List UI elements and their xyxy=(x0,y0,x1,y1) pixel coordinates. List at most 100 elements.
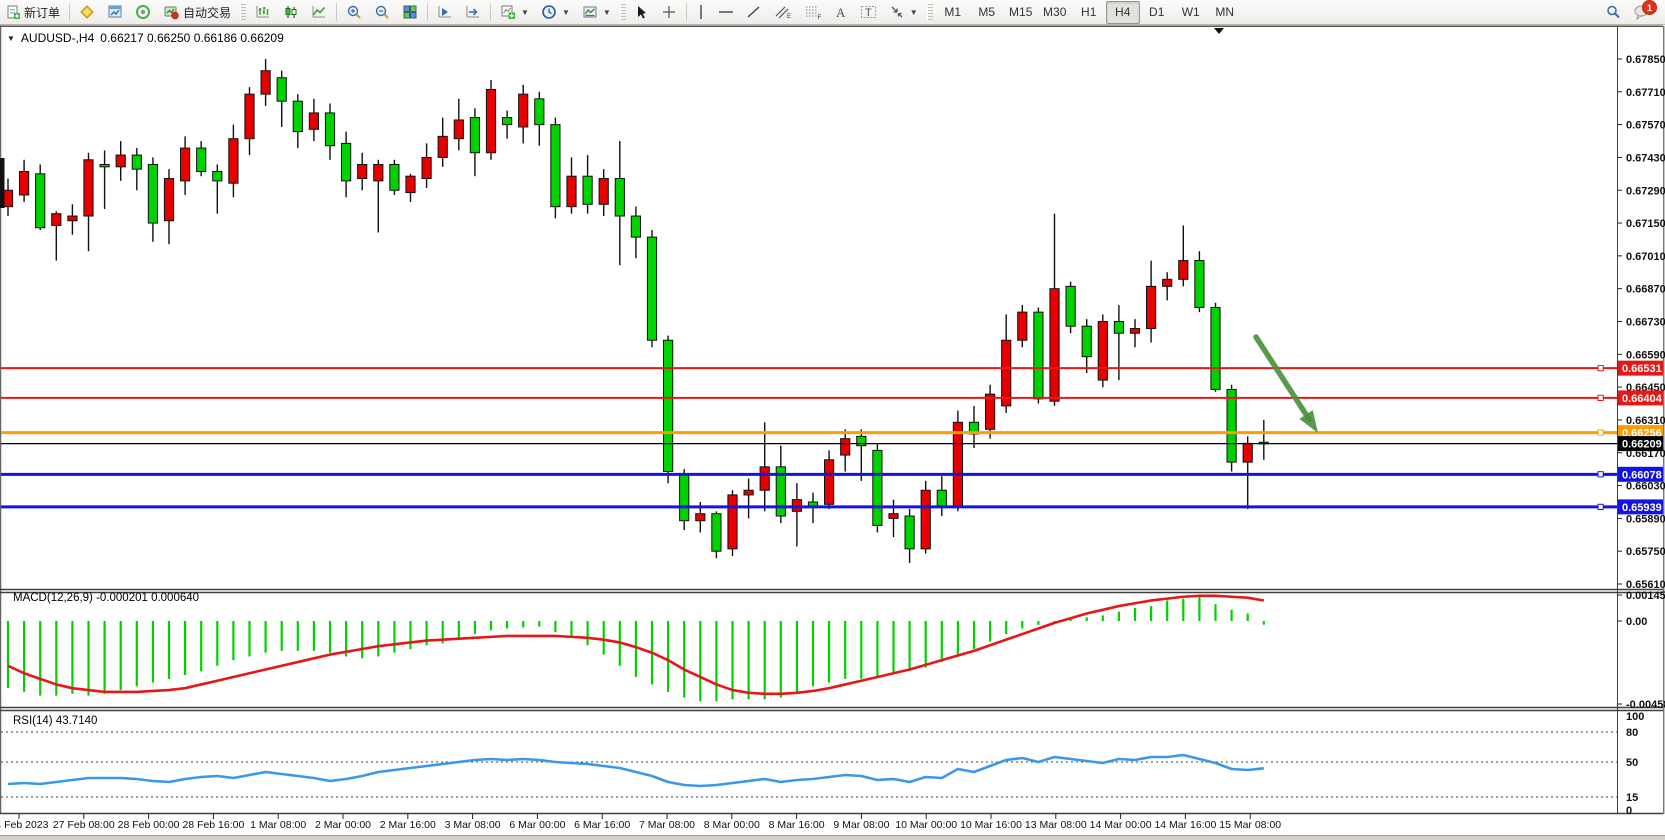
line-end-marker[interactable] xyxy=(1598,504,1603,509)
time-axis-label[interactable]: 14 Mar 16:00 xyxy=(1154,819,1216,831)
new-order-icon xyxy=(6,5,20,19)
candle xyxy=(1163,279,1172,286)
zoom-out-button[interactable] xyxy=(368,1,396,24)
line-end-marker[interactable] xyxy=(1598,395,1603,400)
rsi-axis-label: 50 xyxy=(1626,757,1638,769)
price-chart-canvas[interactable]: 0.678500.677100.675700.674300.672900.671… xyxy=(0,25,1665,840)
search-button[interactable] xyxy=(1599,1,1627,24)
candle xyxy=(551,125,560,207)
auto-scroll-button[interactable] xyxy=(431,1,459,24)
notifications-button[interactable]: 1 xyxy=(1627,1,1657,24)
templates-button[interactable]: ▼ xyxy=(576,1,617,24)
zoom-in-button[interactable] xyxy=(340,1,368,24)
candle xyxy=(1147,286,1156,328)
time-axis-label[interactable]: 3 Mar 08:00 xyxy=(445,819,501,831)
line-chart-button[interactable] xyxy=(305,1,333,24)
time-axis-label[interactable]: 2 Mar 16:00 xyxy=(380,819,436,831)
market-watch-button[interactable] xyxy=(73,1,101,24)
timeframe-m15-button[interactable]: M15 xyxy=(1004,1,1038,24)
timeframe-h4-button[interactable]: H4 xyxy=(1106,1,1140,24)
time-axis-label[interactable]: 27 Feb 08:00 xyxy=(53,819,115,831)
time-axis-label[interactable]: 1 Mar 08:00 xyxy=(250,819,306,831)
arrow-objects-icon xyxy=(889,4,905,20)
candle xyxy=(1130,329,1139,334)
time-axis-label[interactable]: 8 Mar 00:00 xyxy=(704,819,760,831)
crosshair-tool-button[interactable] xyxy=(655,1,683,24)
price-line-tag-label: 0.65939 xyxy=(1622,502,1662,514)
cursor-tool-button[interactable] xyxy=(629,1,655,24)
auto-trading-button[interactable]: 自动交易 xyxy=(157,1,237,24)
vertical-line-tool-button[interactable] xyxy=(690,1,712,24)
horizontal-line-icon xyxy=(718,7,734,17)
time-axis-label[interactable]: 10 Mar 16:00 xyxy=(960,819,1022,831)
arrows-tool-button[interactable]: ▼ xyxy=(883,1,924,24)
chart-area[interactable]: 0.678500.677100.675700.674300.672900.671… xyxy=(0,24,1665,840)
time-axis-label[interactable]: 28 Feb 00:00 xyxy=(118,819,180,831)
chart-symbol-line[interactable]: ▼ AUDUSD-,H4 0.66217 0.66250 0.66186 0.6… xyxy=(7,31,284,45)
bar-chart-button[interactable] xyxy=(249,1,277,24)
candle xyxy=(454,120,463,139)
channel-tool-button[interactable]: E xyxy=(768,1,798,24)
time-axis-label[interactable]: 8 Mar 16:00 xyxy=(769,819,825,831)
candle xyxy=(535,99,544,125)
time-axis-label[interactable]: 2 Mar 00:00 xyxy=(315,819,371,831)
time-axis-label[interactable]: 28 Feb 16:00 xyxy=(182,819,244,831)
candle xyxy=(229,139,238,184)
candle xyxy=(20,172,29,195)
candle xyxy=(615,179,624,217)
candle xyxy=(52,214,61,226)
chevron-down-icon: ▼ xyxy=(910,8,918,17)
price-line-tag-label: 0.66404 xyxy=(1622,393,1663,405)
candle xyxy=(148,164,157,223)
time-axis-label[interactable]: 6 Mar 00:00 xyxy=(509,819,565,831)
time-axis-label[interactable]: 10 Mar 00:00 xyxy=(895,819,957,831)
candle xyxy=(1050,289,1059,402)
timeframe-h1-button[interactable]: H1 xyxy=(1072,1,1106,24)
periods-button[interactable]: ▼ xyxy=(535,1,576,24)
time-axis-label[interactable]: 15 Mar 08:00 xyxy=(1219,819,1281,831)
line-end-marker[interactable] xyxy=(1598,472,1603,477)
trendline-tool-button[interactable] xyxy=(740,1,768,24)
line-end-marker[interactable] xyxy=(1598,366,1603,371)
horizontal-line-tool-button[interactable] xyxy=(712,1,740,24)
indicators-button[interactable]: ▼ xyxy=(494,1,535,24)
text-label-tool-button[interactable]: T xyxy=(854,1,883,24)
candle xyxy=(325,113,334,146)
fibonacci-tool-button[interactable]: F xyxy=(798,1,828,24)
timeframe-w1-button[interactable]: W1 xyxy=(1174,1,1208,24)
candlestick-chart-button[interactable] xyxy=(277,1,305,24)
auto-scroll-icon xyxy=(437,4,453,20)
tile-windows-button[interactable] xyxy=(396,1,424,24)
chart-shift-marker xyxy=(1214,28,1224,34)
time-axis-label[interactable]: 24 Feb 2023 xyxy=(0,819,49,831)
candle xyxy=(84,160,93,216)
signals-button[interactable] xyxy=(129,1,157,24)
timeframe-m5-button[interactable]: M5 xyxy=(970,1,1004,24)
timeframe-d1-button[interactable]: D1 xyxy=(1140,1,1174,24)
navigator-button[interactable] xyxy=(101,1,129,24)
chart-shift-button[interactable] xyxy=(459,1,487,24)
time-axis-label[interactable]: 6 Mar 16:00 xyxy=(574,819,630,831)
candle xyxy=(519,94,528,127)
time-axis-label[interactable]: 9 Mar 08:00 xyxy=(833,819,889,831)
time-axis-label[interactable]: 13 Mar 08:00 xyxy=(1025,819,1087,831)
down-arrow-annotation[interactable] xyxy=(1256,337,1309,420)
time-axis-label[interactable]: 7 Mar 08:00 xyxy=(639,819,695,831)
line-end-marker[interactable] xyxy=(1598,430,1603,435)
svg-text:A: A xyxy=(836,5,846,20)
rsi-axis-label: 100 xyxy=(1626,711,1644,723)
macd-axis-label: -0.004585 xyxy=(1626,699,1665,711)
candle xyxy=(1243,443,1252,462)
candle xyxy=(1179,261,1188,280)
timeframe-m1-button[interactable]: M1 xyxy=(936,1,970,24)
down-arrow-head[interactable] xyxy=(1299,410,1318,433)
price-axis-label: 0.67430 xyxy=(1626,152,1665,164)
collapse-icon[interactable]: ▼ xyxy=(7,34,15,43)
candle xyxy=(358,164,367,178)
separator xyxy=(336,3,337,21)
timeframe-mn-button[interactable]: MN xyxy=(1208,1,1242,24)
new-order-button[interactable]: 新订单 xyxy=(0,1,66,24)
timeframe-m30-button[interactable]: M30 xyxy=(1038,1,1072,24)
time-axis-label[interactable]: 14 Mar 00:00 xyxy=(1090,819,1152,831)
text-tool-button[interactable]: A xyxy=(828,1,854,24)
